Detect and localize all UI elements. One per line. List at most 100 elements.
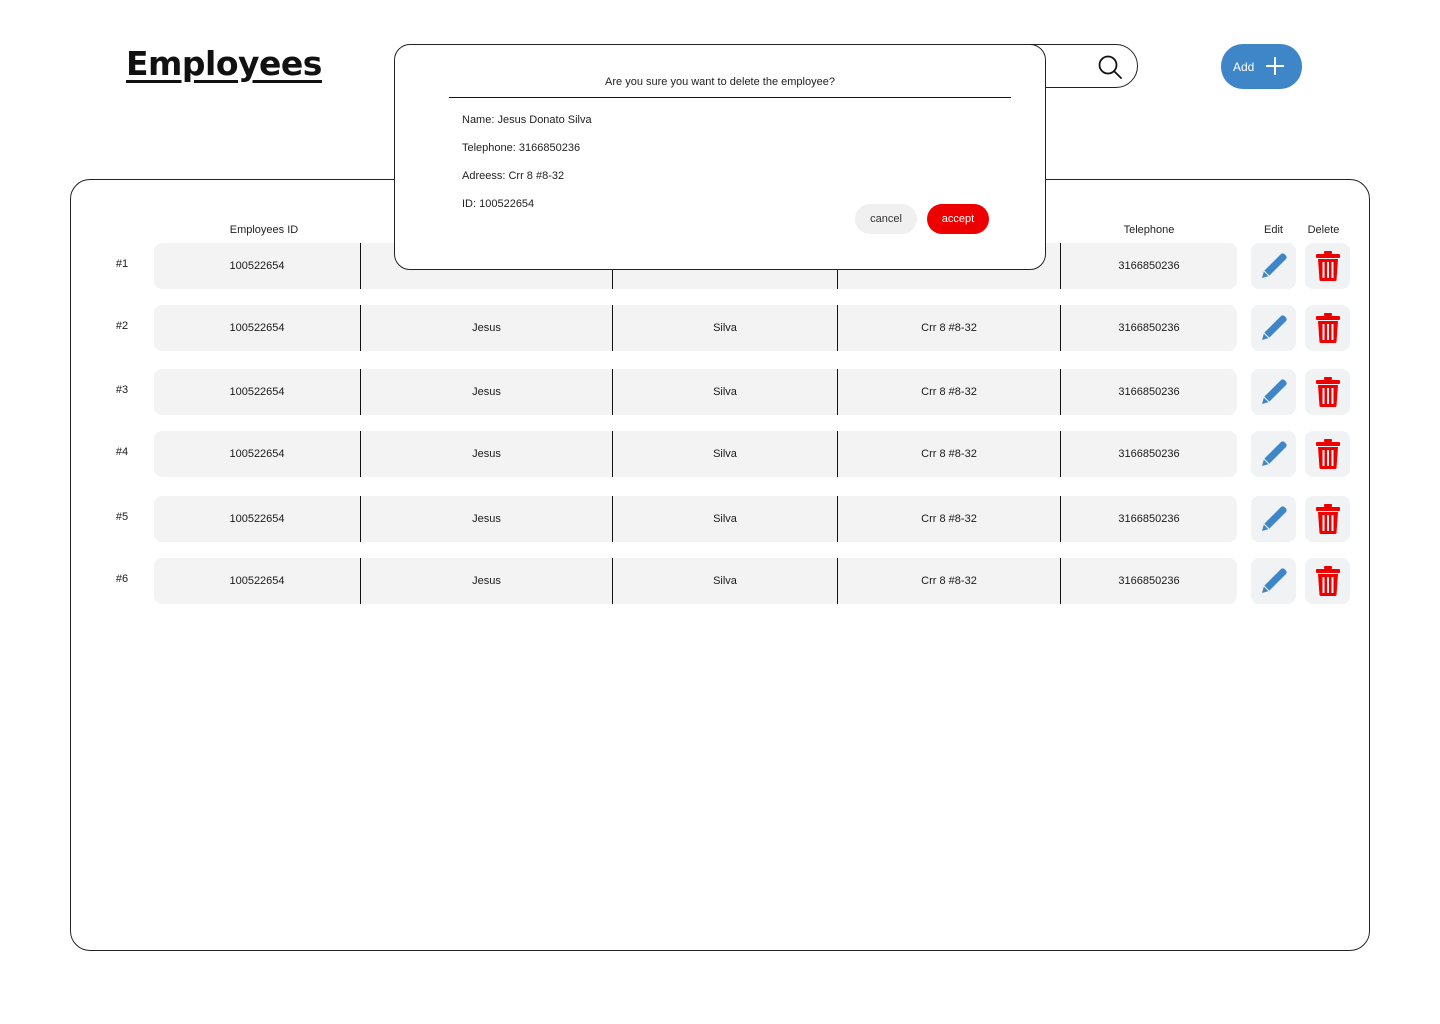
pencil-icon bbox=[1261, 253, 1287, 278]
table-row: #3 100522654 Jesus Silva Crr 8 #8-32 31668502… bbox=[71, 369, 1371, 415]
search-icon[interactable] bbox=[1097, 54, 1123, 80]
row-index: #4 bbox=[115, 446, 129, 458]
delete-button[interactable] bbox=[1305, 243, 1350, 289]
cell-name: Jesus bbox=[472, 322, 501, 334]
cell-lastname: Silva bbox=[713, 386, 737, 398]
column-divider bbox=[612, 305, 613, 351]
pencil-icon bbox=[1261, 441, 1287, 466]
table-row: #5 100522654 Jesus Silva Crr 8 #8-32 31668502… bbox=[71, 496, 1371, 542]
cell-lastname: Silva bbox=[713, 513, 737, 525]
cell-telephone: 3166850236 bbox=[1118, 575, 1180, 587]
column-divider bbox=[360, 431, 361, 477]
cell-lastname: Silva bbox=[713, 575, 737, 587]
column-divider bbox=[837, 431, 838, 477]
column-divider bbox=[360, 496, 361, 542]
column-divider bbox=[360, 369, 361, 415]
column-divider bbox=[612, 431, 613, 477]
pencil-icon bbox=[1261, 315, 1287, 340]
trash-icon bbox=[1315, 566, 1340, 596]
column-divider bbox=[612, 496, 613, 542]
cell-telephone: 3166850236 bbox=[1118, 260, 1180, 272]
delete-button[interactable] bbox=[1305, 558, 1350, 604]
cell-name: Jesus bbox=[472, 386, 501, 398]
cell-employee-id: 100522654 bbox=[229, 448, 285, 460]
cell-address: Crr 8 #8-32 bbox=[921, 448, 977, 460]
cell-telephone: 3166850236 bbox=[1118, 386, 1180, 398]
delete-confirm-dialog: Are you sure you want to delete the empl… bbox=[394, 44, 1046, 270]
cell-lastname: Silva bbox=[713, 322, 737, 334]
cell-telephone: 3166850236 bbox=[1118, 513, 1180, 525]
cell-address: Crr 8 #8-32 bbox=[921, 322, 977, 334]
cell-employee-id: 100522654 bbox=[229, 513, 285, 525]
column-divider bbox=[612, 558, 613, 604]
column-divider bbox=[1060, 369, 1061, 415]
row-index: #6 bbox=[115, 573, 129, 585]
add-button-label: Add bbox=[1233, 59, 1255, 74]
dialog-question: Are you sure you want to delete the empl… bbox=[605, 76, 835, 88]
edit-button[interactable] bbox=[1251, 243, 1296, 289]
cell-address: Crr 8 #8-32 bbox=[921, 386, 977, 398]
page-title: Employees bbox=[126, 44, 322, 83]
row-index: #3 bbox=[115, 384, 129, 396]
employees-table: Employees ID Telephone Edit Delete #1 100… bbox=[70, 179, 1370, 951]
dialog-telephone: Telephone: 3166850236 bbox=[462, 142, 581, 154]
row-index: #1 bbox=[115, 258, 129, 270]
header-delete: Delete bbox=[1307, 224, 1340, 236]
header-telephone: Telephone bbox=[1123, 224, 1175, 236]
edit-button[interactable] bbox=[1251, 558, 1296, 604]
edit-button[interactable] bbox=[1251, 305, 1296, 351]
dialog-address: Adreess: Crr 8 #8-32 bbox=[462, 170, 565, 182]
cell-employee-id: 100522654 bbox=[229, 575, 285, 587]
trash-icon bbox=[1315, 377, 1340, 407]
edit-button[interactable] bbox=[1251, 496, 1296, 542]
dialog-divider bbox=[449, 97, 1011, 98]
add-employee-button[interactable]: Add bbox=[1221, 44, 1302, 89]
plus-icon bbox=[1266, 57, 1284, 75]
table-row: #6 100522654 Jesus Silva Crr 8 #8-32 31668502… bbox=[71, 558, 1371, 604]
column-divider bbox=[1060, 496, 1061, 542]
delete-button[interactable] bbox=[1305, 431, 1350, 477]
cell-employee-id: 100522654 bbox=[229, 322, 285, 334]
row-cells: 100522654 Jesus Silva Crr 8 #8-32 3166850236 bbox=[154, 496, 1237, 542]
cell-telephone: 3166850236 bbox=[1118, 322, 1180, 334]
pencil-icon bbox=[1261, 506, 1287, 531]
column-divider bbox=[837, 305, 838, 351]
column-divider bbox=[1060, 558, 1061, 604]
row-cells: 100522654 Jesus Silva Crr 8 #8-32 3166850236 bbox=[154, 431, 1237, 477]
table-row: #4 100522654 Jesus Silva Crr 8 #8-32 31668502… bbox=[71, 431, 1371, 477]
column-divider bbox=[360, 558, 361, 604]
cell-employee-id: 100522654 bbox=[229, 260, 285, 272]
cell-name: Jesus bbox=[472, 448, 501, 460]
column-divider bbox=[612, 369, 613, 415]
row-index: #5 bbox=[115, 511, 129, 523]
dialog-id: ID: 100522654 bbox=[462, 198, 535, 210]
edit-button[interactable] bbox=[1251, 431, 1296, 477]
row-index: #2 bbox=[115, 320, 129, 332]
column-divider bbox=[837, 558, 838, 604]
cell-name: Jesus bbox=[472, 513, 501, 525]
edit-button[interactable] bbox=[1251, 369, 1296, 415]
table-row: #2 100522654 Jesus Silva Crr 8 #8-32 31668502… bbox=[71, 305, 1371, 351]
cell-address: Crr 8 #8-32 bbox=[921, 513, 977, 525]
delete-button[interactable] bbox=[1305, 496, 1350, 542]
delete-button[interactable] bbox=[1305, 369, 1350, 415]
row-cells: 100522654 Jesus Silva Crr 8 #8-32 3166850236 bbox=[154, 369, 1237, 415]
pencil-icon bbox=[1261, 568, 1287, 593]
cell-employee-id: 100522654 bbox=[229, 386, 285, 398]
delete-button[interactable] bbox=[1305, 305, 1350, 351]
accept-button[interactable]: accept bbox=[927, 204, 989, 234]
cell-telephone: 3166850236 bbox=[1118, 448, 1180, 460]
column-divider bbox=[1060, 305, 1061, 351]
row-cells: 100522654 Jesus Silva Crr 8 #8-32 3166850236 bbox=[154, 558, 1237, 604]
column-divider bbox=[837, 369, 838, 415]
column-divider bbox=[1060, 431, 1061, 477]
cancel-button[interactable]: cancel bbox=[855, 204, 917, 234]
dialog-name: Name: Jesus Donato Silva bbox=[462, 114, 592, 126]
header-employee-id: Employees ID bbox=[229, 224, 299, 236]
trash-icon bbox=[1315, 439, 1340, 469]
trash-icon bbox=[1315, 313, 1340, 343]
row-cells: 100522654 Jesus Silva Crr 8 #8-32 3166850236 bbox=[154, 305, 1237, 351]
header-edit: Edit bbox=[1264, 224, 1283, 236]
trash-icon bbox=[1315, 504, 1340, 534]
pencil-icon bbox=[1261, 379, 1287, 404]
